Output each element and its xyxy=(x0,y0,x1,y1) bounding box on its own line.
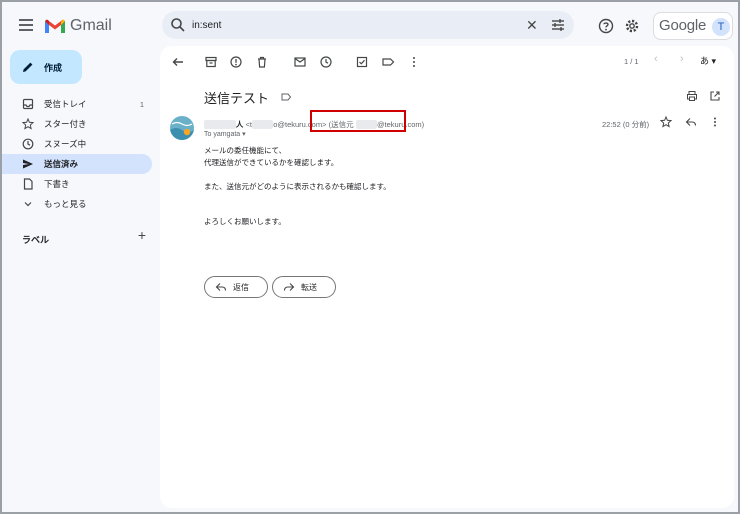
forward-label: 転送 xyxy=(301,282,317,292)
email-subject: 送信テスト xyxy=(204,91,270,106)
inbox-icon xyxy=(22,98,34,110)
labels-heading: ラベル xyxy=(22,235,50,245)
gmail-m-icon xyxy=(45,19,65,33)
main-menu-icon[interactable] xyxy=(16,16,36,34)
reply-arrow-icon[interactable] xyxy=(685,116,697,128)
reply-arrow-icon xyxy=(215,283,227,291)
sidebar-item-more[interactable]: もっと見る xyxy=(2,194,152,214)
sidebar-item-label: スター付き xyxy=(44,119,87,129)
search-options-icon[interactable] xyxy=(550,17,566,33)
report-spam-icon[interactable] xyxy=(228,54,244,70)
more-vertical-icon[interactable] xyxy=(406,54,422,70)
sidebar-item-snoozed[interactable]: スヌーズ中 xyxy=(2,134,152,154)
sidebar-item-label: もっと見る xyxy=(44,199,87,209)
help-icon[interactable] xyxy=(598,18,614,34)
labels-section-header: ラベル + xyxy=(22,227,148,245)
sidebar-item-drafts[interactable]: 下書き xyxy=(2,174,152,194)
clear-search-icon[interactable]: ✕ xyxy=(526,17,538,34)
message-panel: 1 / 1 ‹ › あ ▾ 送信テスト ██████人 <t████o@teku… xyxy=(160,46,734,508)
account-avatar[interactable]: T xyxy=(712,18,730,36)
draft-file-icon xyxy=(23,178,33,190)
gmail-logo[interactable]: Gmail xyxy=(44,15,112,37)
search-icon[interactable] xyxy=(170,17,186,33)
body-line: よろしくお願いします。 xyxy=(204,217,286,226)
chevron-down-icon xyxy=(24,202,32,207)
app-name: Gmail xyxy=(70,17,112,34)
input-lang-label: あ xyxy=(700,56,710,66)
sidebar-item-label: 下書き xyxy=(44,179,70,189)
add-to-tasks-icon[interactable] xyxy=(354,54,370,70)
input-tools-button[interactable]: あ ▾ xyxy=(700,54,716,67)
open-in-new-window-icon[interactable] xyxy=(709,90,721,102)
send-icon xyxy=(23,159,33,169)
top-bar: Gmail ✕ xyxy=(2,2,738,48)
search-input[interactable] xyxy=(192,16,492,34)
sidebar-item-sent[interactable]: 送信済み xyxy=(2,154,152,174)
star-outline-icon xyxy=(22,118,34,130)
sender-name[interactable]: ██████人 xyxy=(204,120,243,129)
snooze-clock-icon[interactable] xyxy=(318,54,334,70)
sidebar-item-starred[interactable]: スター付き xyxy=(2,114,152,134)
sender-avatar[interactable] xyxy=(170,116,194,140)
account-switcher[interactable]: Google T xyxy=(653,12,733,40)
star-toggle-icon[interactable] xyxy=(660,116,672,128)
pencil-icon xyxy=(23,62,33,72)
label-tag-icon[interactable] xyxy=(380,54,396,70)
back-arrow-icon[interactable] xyxy=(170,54,186,70)
clock-icon xyxy=(22,138,34,150)
forward-button[interactable]: 転送 xyxy=(272,276,336,298)
pagination-count: 1 / 1 xyxy=(624,57,639,66)
search-bar[interactable]: ✕ xyxy=(162,11,574,39)
recipients-toggle[interactable]: To yamgata ▾ xyxy=(204,130,246,138)
sidebar-item-label: スヌーズ中 xyxy=(44,139,87,149)
settings-gear-icon[interactable] xyxy=(624,18,640,34)
print-icon[interactable] xyxy=(686,90,698,102)
add-label-icon[interactable]: + xyxy=(138,227,146,243)
sidebar-nav: 受信トレイ 1 スター付き スヌーズ中 送信済み 下書き もっと見る xyxy=(2,94,152,214)
body-line: また、送信元がどのように表示されるかも確認します。 xyxy=(204,182,391,191)
message-more-vertical-icon[interactable] xyxy=(709,116,721,128)
importance-marker-icon[interactable] xyxy=(280,91,292,103)
sidebar-item-label: 送信済み xyxy=(44,159,79,169)
mark-unread-mail-icon[interactable] xyxy=(292,54,308,70)
compose-label: 作成 xyxy=(44,62,63,73)
google-wordmark: Google xyxy=(659,17,707,34)
email-body: メールの委任機能にて、 代理送信ができているかを確認します。 また、送信元がどの… xyxy=(204,145,391,228)
highlight-annotation-box xyxy=(310,110,406,132)
next-chevron-icon[interactable]: › xyxy=(680,53,684,65)
forward-arrow-icon xyxy=(283,283,295,291)
body-line: メールの委任機能にて、 xyxy=(204,146,287,155)
app-window: Gmail ✕ xyxy=(0,0,740,514)
reply-button[interactable]: 返信 xyxy=(204,276,268,298)
reply-label: 返信 xyxy=(233,282,249,292)
body-line: 代理送信ができているかを確認します。 xyxy=(204,158,339,167)
delete-trash-icon[interactable] xyxy=(254,54,270,70)
unread-count: 1 xyxy=(139,99,144,109)
sidebar-item-label: 受信トレイ xyxy=(44,99,87,109)
email-timestamp: 22:52 (0 分前) xyxy=(602,120,650,129)
compose-button[interactable]: 作成 xyxy=(10,50,82,84)
sidebar-item-inbox[interactable]: 受信トレイ 1 xyxy=(2,94,152,114)
archive-icon[interactable] xyxy=(203,54,219,70)
previous-chevron-icon[interactable]: ‹ xyxy=(654,53,658,65)
